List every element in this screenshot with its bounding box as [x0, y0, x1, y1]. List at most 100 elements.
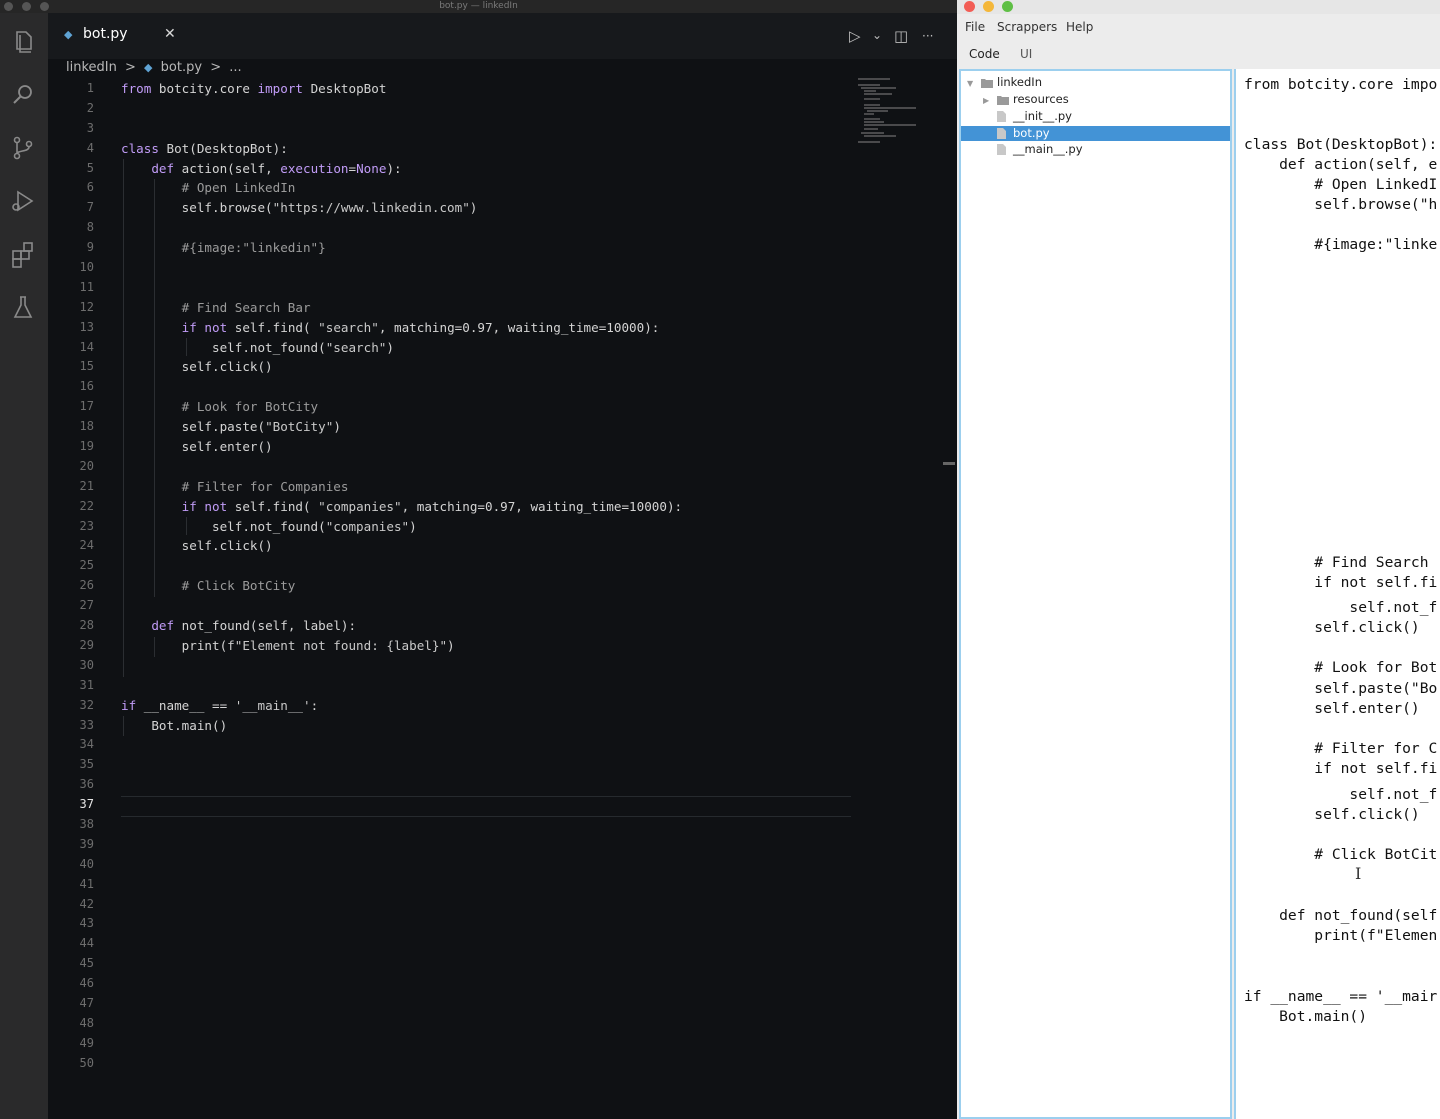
code-line[interactable]: #{image:"linkedin"}: [121, 238, 851, 258]
line-number[interactable]: 35: [58, 755, 94, 775]
code-line[interactable]: self.click(): [1244, 618, 1419, 638]
line-number[interactable]: 45: [58, 954, 94, 974]
run-debug-icon[interactable]: [8, 186, 38, 216]
tree-toggle-icon[interactable]: ▼: [967, 76, 981, 91]
line-number[interactable]: 14: [58, 338, 94, 358]
code-line[interactable]: self.click(): [1244, 805, 1419, 825]
code-line[interactable]: # Filter for Companies: [121, 477, 851, 497]
tree-item[interactable]: __init__.py: [983, 109, 1072, 124]
code-line[interactable]: # Find Search: [1244, 553, 1428, 573]
split-editor-icon[interactable]: ◫: [894, 27, 908, 45]
search-icon[interactable]: [8, 80, 38, 110]
tab-bot-py[interactable]: ◆ bot.py ✕: [56, 23, 184, 53]
line-number[interactable]: 6: [58, 178, 94, 198]
line-number[interactable]: 11: [58, 278, 94, 298]
code-line[interactable]: self.click(): [121, 357, 851, 377]
code-line[interactable]: [121, 218, 851, 238]
line-number[interactable]: 39: [58, 835, 94, 855]
line-number[interactable]: 49: [58, 1034, 94, 1054]
line-number[interactable]: 30: [58, 656, 94, 676]
code-line[interactable]: def action(self, e: [1244, 155, 1437, 175]
code-editor[interactable]: from botcity.core import DesktopBot class…: [121, 79, 851, 735]
menu-file[interactable]: File: [965, 20, 985, 34]
tree-item[interactable]: ▶ resources: [983, 92, 1069, 107]
line-number[interactable]: 32: [58, 696, 94, 716]
code-line[interactable]: # Open LinkedI: [1244, 175, 1437, 195]
code-line[interactable]: self.paste("BotCity"): [121, 417, 851, 437]
breadcrumb-folder[interactable]: linkedIn: [66, 60, 117, 75]
line-number[interactable]: 46: [58, 974, 94, 994]
minimize-window-icon[interactable]: [983, 1, 994, 12]
code-line[interactable]: if __name__ == '__main__':: [121, 696, 851, 716]
line-number[interactable]: 12: [58, 298, 94, 318]
code-line[interactable]: if not self.find( "companies", matching=…: [121, 497, 851, 517]
code-line[interactable]: [121, 676, 851, 696]
line-number[interactable]: 33: [58, 716, 94, 736]
code-line[interactable]: # Look for BotCity: [121, 397, 851, 417]
line-number[interactable]: 34: [58, 735, 94, 755]
testing-flask-icon[interactable]: [8, 292, 38, 322]
tab-ui[interactable]: UI: [1020, 47, 1032, 61]
line-number[interactable]: 42: [58, 895, 94, 915]
code-line[interactable]: self.not_f: [1244, 785, 1437, 805]
code-line[interactable]: if not self.find( "search", matching=0.9…: [121, 318, 851, 338]
line-number[interactable]: 40: [58, 855, 94, 875]
code-line[interactable]: from botcity.core import DesktopBot: [121, 79, 851, 99]
extensions-icon[interactable]: [8, 239, 38, 269]
run-icon[interactable]: ▷: [849, 27, 861, 45]
code-line[interactable]: if not self.fi: [1244, 759, 1437, 779]
line-number[interactable]: 9: [58, 238, 94, 258]
line-number[interactable]: 48: [58, 1014, 94, 1034]
code-line[interactable]: # Look for Bot: [1244, 658, 1437, 678]
code-line[interactable]: self.browse("https://www.linkedin.com"): [121, 198, 851, 218]
code-line[interactable]: Bot.main(): [121, 716, 851, 736]
code-line[interactable]: self.browse("h: [1244, 195, 1437, 215]
code-line[interactable]: [121, 556, 851, 576]
code-line[interactable]: def not_found(self: [1244, 906, 1437, 926]
line-number[interactable]: 22: [58, 497, 94, 517]
code-line[interactable]: # Open LinkedIn: [121, 178, 851, 198]
tree-item[interactable]: ▼ linkedIn: [967, 75, 1042, 90]
line-number[interactable]: 44: [58, 934, 94, 954]
code-line[interactable]: self.paste("Bo: [1244, 679, 1437, 699]
code-line[interactable]: if not self.fi: [1244, 573, 1437, 593]
line-number[interactable]: 47: [58, 994, 94, 1014]
line-number[interactable]: 8: [58, 218, 94, 238]
code-line[interactable]: self.click(): [121, 536, 851, 556]
code-line[interactable]: [121, 99, 851, 119]
code-line[interactable]: [121, 656, 851, 676]
line-number[interactable]: 5: [58, 159, 94, 179]
line-number[interactable]: 4: [58, 139, 94, 159]
line-number[interactable]: 18: [58, 417, 94, 437]
line-number[interactable]: 7: [58, 198, 94, 218]
code-line[interactable]: # Find Search Bar: [121, 298, 851, 318]
code-line[interactable]: [121, 457, 851, 477]
code-line[interactable]: [121, 278, 851, 298]
code-line[interactable]: class Bot(DesktopBot):: [1244, 135, 1437, 155]
code-line[interactable]: self.enter(): [121, 437, 851, 457]
tree-toggle-icon[interactable]: ▶: [983, 93, 997, 108]
line-number[interactable]: 16: [58, 377, 94, 397]
zoom-window-icon[interactable]: [1002, 1, 1013, 12]
line-number[interactable]: 24: [58, 536, 94, 556]
line-number[interactable]: 19: [58, 437, 94, 457]
line-number[interactable]: 10: [58, 258, 94, 278]
line-number[interactable]: 26: [58, 576, 94, 596]
line-number[interactable]: 3: [58, 119, 94, 139]
tree-item[interactable]: bot.py: [961, 126, 1230, 141]
line-number[interactable]: 15: [58, 357, 94, 377]
line-number[interactable]: 21: [58, 477, 94, 497]
code-line[interactable]: self.not_f: [1244, 598, 1437, 618]
tree-item[interactable]: __main__.py: [983, 142, 1083, 157]
code-line[interactable]: [121, 377, 851, 397]
code-line[interactable]: [121, 596, 851, 616]
line-number[interactable]: 43: [58, 914, 94, 934]
line-number[interactable]: 27: [58, 596, 94, 616]
code-line[interactable]: # Click BotCit: [1244, 845, 1437, 865]
code-line[interactable]: self.not_found("companies"): [121, 517, 851, 537]
close-tab-icon[interactable]: ✕: [164, 26, 176, 42]
tab-code[interactable]: Code: [969, 47, 1000, 61]
line-number[interactable]: 29: [58, 636, 94, 656]
code-line[interactable]: self.not_found("search"): [121, 338, 851, 358]
code-line[interactable]: class Bot(DesktopBot):: [121, 139, 851, 159]
